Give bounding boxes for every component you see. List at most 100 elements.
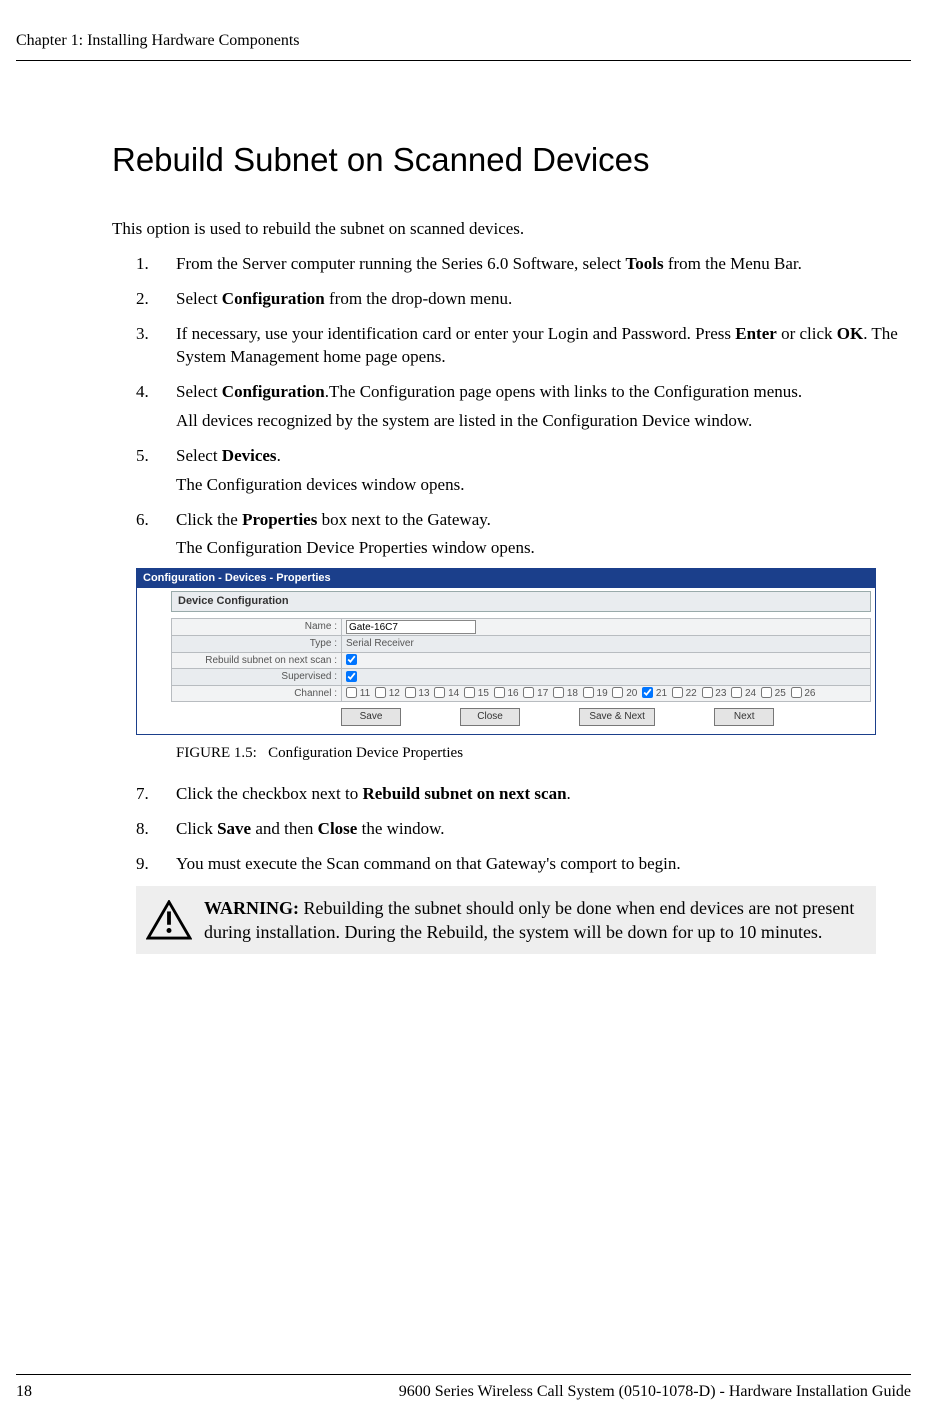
save-next-button[interactable]: Save & Next [579, 708, 655, 726]
name-label: Name : [172, 619, 342, 636]
close-button[interactable]: Close [460, 708, 520, 726]
channel-checkbox-12[interactable] [375, 687, 386, 698]
next-button[interactable]: Next [714, 708, 774, 726]
step-number: 6. [136, 509, 149, 532]
step-text: or click [777, 324, 837, 343]
step-text: and then [251, 819, 318, 838]
step-text: Click the [176, 510, 242, 529]
warning-label: WARNING: [204, 898, 299, 918]
step-3: 3. If necessary, use your identification… [176, 323, 911, 369]
channel-checkbox-15[interactable] [464, 687, 475, 698]
bold-tools: Tools [625, 254, 663, 273]
step-text: the window. [357, 819, 444, 838]
warning-text: WARNING: Rebuilding the subnet should on… [204, 896, 862, 945]
bold-devices: Devices [222, 446, 277, 465]
channel-item-16: 16 [494, 687, 519, 701]
channel-row: 11 12 13 14 15 16 17 18 19 20 21 22 23 2… [342, 685, 871, 702]
step-subtext: The Configuration devices window opens. [176, 474, 911, 497]
step-1: 1. From the Server computer running the … [176, 253, 911, 276]
step-subtext: All devices recognized by the system are… [176, 410, 911, 433]
type-value: Serial Receiver [342, 636, 871, 653]
channel-item-11: 11 [346, 687, 370, 701]
step-text: box next to the Gateway. [317, 510, 491, 529]
channel-checkbox-18[interactable] [553, 687, 564, 698]
step-text: If necessary, use your identification ca… [176, 324, 735, 343]
name-input[interactable] [346, 620, 476, 634]
channel-checkbox-21[interactable] [642, 687, 653, 698]
channel-label: Channel : [172, 685, 342, 702]
step-text: . [567, 784, 571, 803]
step-number: 4. [136, 381, 149, 404]
channel-checkbox-22[interactable] [672, 687, 683, 698]
running-header: Chapter 1: Installing Hardware Component… [16, 32, 911, 50]
channel-item-23: 23 [702, 687, 727, 701]
step-number: 7. [136, 783, 149, 806]
channel-item-24: 24 [731, 687, 756, 701]
warning-box: WARNING: Rebuilding the subnet should on… [136, 886, 876, 955]
step-text: From the Server computer running the Ser… [176, 254, 625, 273]
step-8: 8. Click Save and then Close the window. [176, 818, 911, 841]
channel-checkbox-23[interactable] [702, 687, 713, 698]
bold-save: Save [217, 819, 251, 838]
step-7: 7. Click the checkbox next to Rebuild su… [176, 783, 911, 806]
footer-rule [16, 1374, 911, 1375]
channel-item-21: 21 [642, 687, 667, 701]
channel-item-15: 15 [464, 687, 489, 701]
channel-item-18: 18 [553, 687, 578, 701]
step-text: Select [176, 382, 222, 401]
channel-checkbox-26[interactable] [791, 687, 802, 698]
step-text: Select [176, 446, 222, 465]
bold-enter: Enter [735, 324, 777, 343]
channel-item-26: 26 [791, 687, 816, 701]
rebuild-label: Rebuild subnet on next scan : [172, 652, 342, 669]
supervised-label: Supervised : [172, 669, 342, 686]
step-4: 4. Select Configuration.The Configuratio… [176, 381, 911, 433]
save-button[interactable]: Save [341, 708, 401, 726]
channel-item-25: 25 [761, 687, 786, 701]
config-dialog: Configuration - Devices - Properties Dev… [136, 568, 876, 734]
channel-checkbox-24[interactable] [731, 687, 742, 698]
figure-caption: FIGURE 1.5: Configuration Device Propert… [176, 743, 911, 763]
channel-checkbox-13[interactable] [405, 687, 416, 698]
step-number: 1. [136, 253, 149, 276]
step-6: 6. Click the Properties box next to the … [176, 509, 911, 763]
channel-checkbox-17[interactable] [523, 687, 534, 698]
channel-checkbox-20[interactable] [612, 687, 623, 698]
rebuild-checkbox[interactable] [346, 654, 357, 665]
config-table: Name : Type : Serial Receiver Rebuild su… [171, 618, 871, 702]
channel-checkbox-16[interactable] [494, 687, 505, 698]
step-text: Select [176, 289, 222, 308]
step-subtext: The Configuration Device Properties wind… [176, 537, 911, 560]
step-text: You must execute the Scan command on tha… [176, 854, 681, 873]
page-footer: 18 9600 Series Wireless Call System (051… [16, 1374, 911, 1401]
channel-checkbox-14[interactable] [434, 687, 445, 698]
channel-checkbox-19[interactable] [583, 687, 594, 698]
bold-configuration: Configuration [222, 382, 325, 401]
channel-item-12: 12 [375, 687, 400, 701]
channel-item-13: 13 [405, 687, 430, 701]
step-9: 9. You must execute the Scan command on … [176, 853, 911, 955]
intro-text: This option is used to rebuild the subne… [112, 219, 911, 239]
step-text: from the Menu Bar. [664, 254, 802, 273]
dialog-button-row: Save Close Save & Next Next [171, 708, 871, 726]
channel-item-17: 17 [523, 687, 548, 701]
warning-body: Rebuilding the subnet should only be don… [204, 898, 854, 942]
page-number: 18 [16, 1383, 32, 1401]
main-content: Rebuild Subnet on Scanned Devices This o… [16, 141, 911, 954]
step-number: 2. [136, 288, 149, 311]
supervised-checkbox[interactable] [346, 671, 357, 682]
step-text: from the drop-down menu. [325, 289, 512, 308]
step-number: 5. [136, 445, 149, 468]
step-number: 8. [136, 818, 149, 841]
step-number: 9. [136, 853, 149, 876]
step-text: Click [176, 819, 217, 838]
dialog-subtitle: Device Configuration [171, 591, 871, 612]
step-text: . [277, 446, 281, 465]
bold-rebuild: Rebuild subnet on next scan [362, 784, 566, 803]
channel-checkbox-25[interactable] [761, 687, 772, 698]
channel-item-19: 19 [583, 687, 608, 701]
channel-checkbox-11[interactable] [346, 687, 357, 698]
step-number: 3. [136, 323, 149, 346]
channel-item-22: 22 [672, 687, 697, 701]
bold-properties: Properties [242, 510, 317, 529]
